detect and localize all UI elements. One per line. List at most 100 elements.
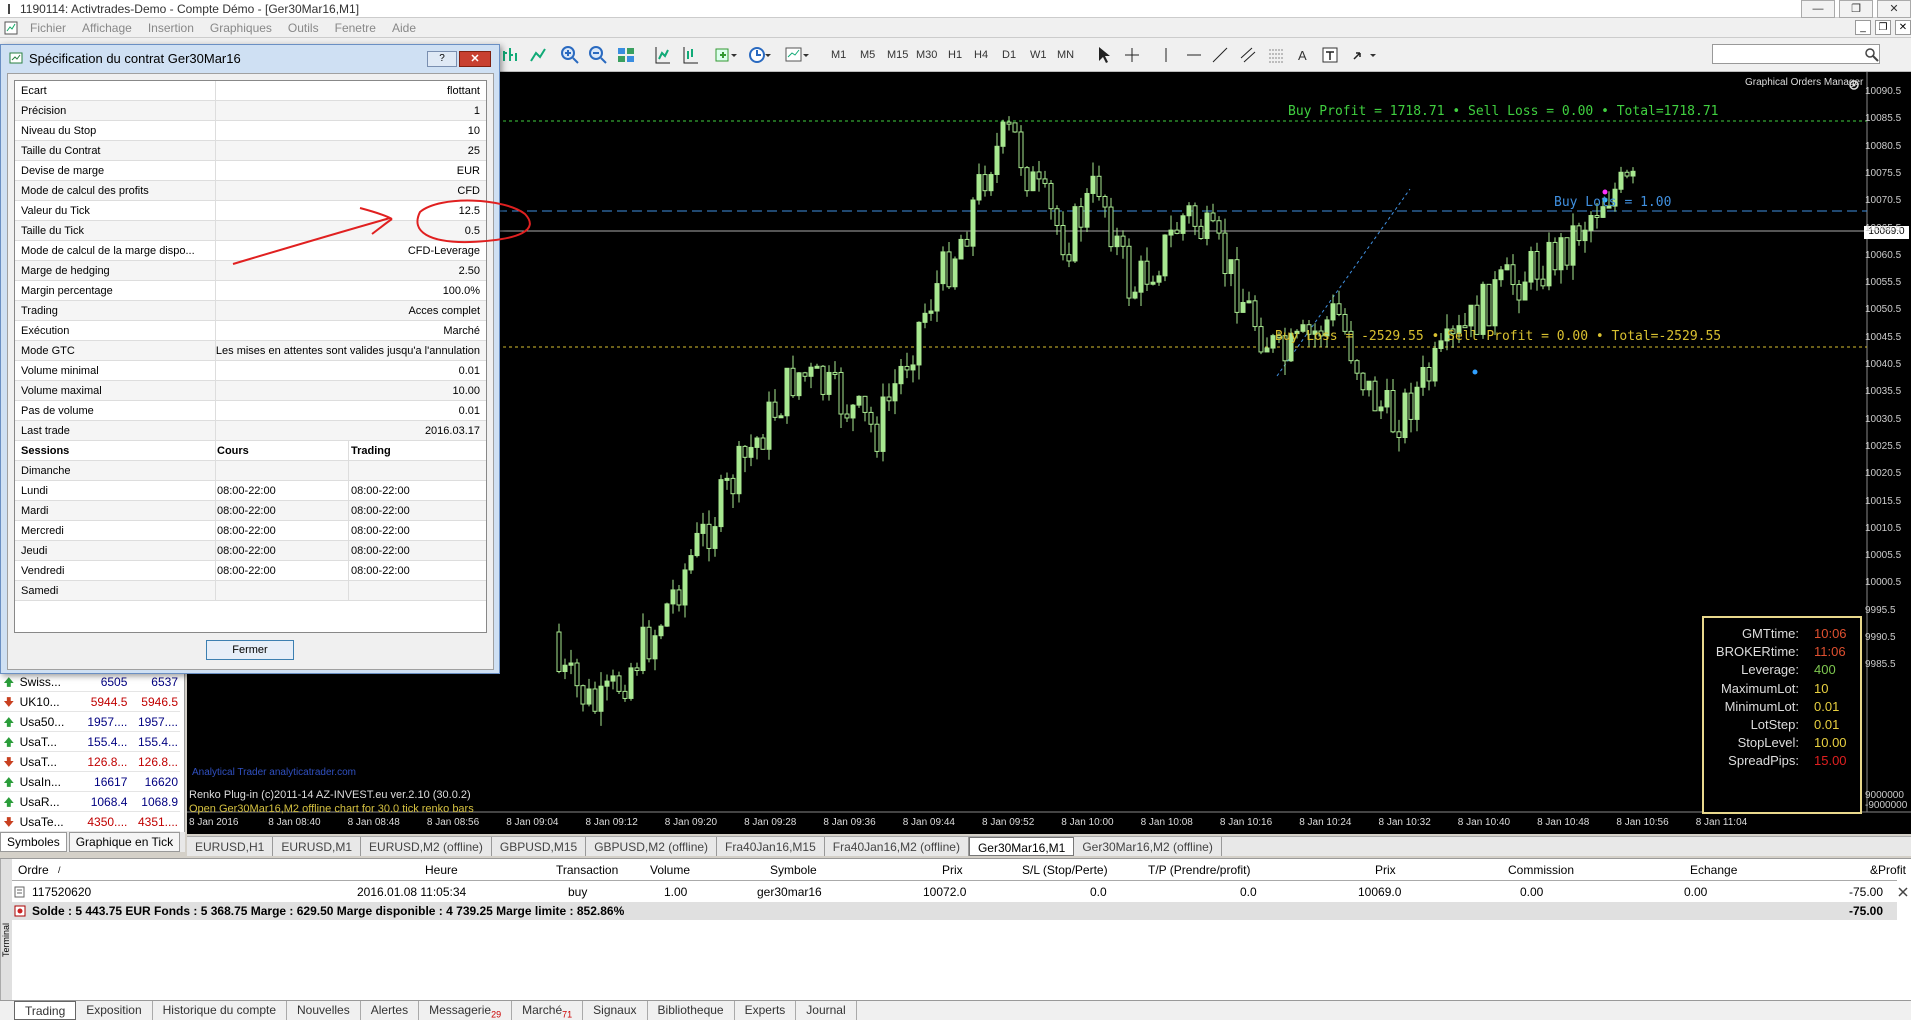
timeframe-h4[interactable]: H4 <box>974 49 988 61</box>
tile-windows-icon[interactable] <box>616 44 636 66</box>
symbol-row[interactable]: UsaTe... 4350.... 4351.... <box>0 812 180 832</box>
zoom-in-icon[interactable] <box>560 44 580 66</box>
search-icon[interactable] <box>1864 44 1880 66</box>
column-header[interactable]: Symbole <box>770 863 817 877</box>
terminal-tab[interactable]: Historique du compte <box>153 1001 288 1020</box>
minimize-button[interactable]: — <box>1801 0 1835 18</box>
menu-fenetre[interactable]: Fenetre <box>327 21 384 35</box>
close-order-icon[interactable] <box>1898 887 1908 897</box>
info-row: LotStep: 0.01 <box>1704 717 1859 735</box>
candle-body <box>970 199 976 247</box>
indicators-icon[interactable] <box>714 44 738 66</box>
column-header[interactable]: S/L (Stop/Perte) <box>1022 863 1108 877</box>
column-header[interactable]: &Profit <box>1870 863 1906 877</box>
chart-shift-icon[interactable] <box>652 44 672 66</box>
terminal-tab[interactable]: Messagerie29 <box>419 1001 513 1020</box>
chart-tab[interactable]: EURUSD,M1 <box>273 837 362 856</box>
menu-insertion[interactable]: Insertion <box>140 21 202 35</box>
terminal-tab[interactable]: Exposition <box>76 1001 153 1020</box>
spec-key: Valeur du Tick <box>21 205 90 217</box>
terminal-tab[interactable]: Journal <box>796 1001 857 1020</box>
timeframe-mn[interactable]: MN <box>1057 49 1074 61</box>
y-axis-tick: 10055.5 <box>1865 277 1902 289</box>
symbol-row[interactable]: Swiss... 6505 6537 <box>0 672 180 692</box>
chart-tab[interactable]: EURUSD,H1 <box>187 837 274 856</box>
zoom-out-icon[interactable] <box>588 44 608 66</box>
symbol-row[interactable]: UK10... 5944.5 5946.5 <box>0 692 180 712</box>
mdi-restore-button[interactable]: ❐ <box>1875 20 1891 35</box>
candle-body <box>1564 237 1570 266</box>
channel-icon[interactable] <box>1238 44 1258 66</box>
fermer-button[interactable]: Fermer <box>206 640 294 660</box>
column-header[interactable]: T/P (Prendre/profit) <box>1148 863 1250 877</box>
symbol-row[interactable]: Usa50... 1957.... 1957.... <box>0 712 180 732</box>
terminal-tab[interactable]: Marché71 <box>512 1001 584 1020</box>
menu-outils[interactable]: Outils <box>280 21 327 35</box>
chart-tab[interactable]: Ger30Mar16,M1 <box>968 837 1075 856</box>
terminal-tab[interactable]: Trading <box>14 1001 77 1020</box>
mdi-close-button[interactable]: ✕ <box>1895 20 1911 35</box>
menu-graphiques[interactable]: Graphiques <box>202 21 280 35</box>
dialog-close-button[interactable]: ✕ <box>459 51 491 67</box>
cursor-icon[interactable] <box>1094 44 1114 66</box>
chart-tab[interactable]: Fra40Jan16,M15 <box>717 837 825 856</box>
order-row[interactable]: 117520620 2016.01.08 11:05:34 buy 1.00 g… <box>12 883 1908 901</box>
column-header[interactable]: Transaction <box>556 863 618 877</box>
maximize-button[interactable]: ❐ <box>1839 0 1873 18</box>
chart-tab[interactable]: GBPUSD,M15 <box>492 837 587 856</box>
bar-chart-icon[interactable] <box>500 44 520 66</box>
symbol-row[interactable]: UsaIn... 16617 16620 <box>0 772 180 792</box>
dialog-help-button[interactable]: ? <box>427 51 457 67</box>
vertical-line-icon[interactable] <box>1156 44 1176 66</box>
terminal-tab[interactable]: Alertes <box>361 1001 420 1020</box>
symbol-row[interactable]: UsaT... 126.8... 126.8... <box>0 752 180 772</box>
text-label-icon[interactable] <box>1320 44 1340 66</box>
trendline-icon[interactable] <box>1210 44 1230 66</box>
arrows-tool-icon[interactable] <box>1350 44 1378 66</box>
terminal-tab[interactable]: Nouvelles <box>287 1001 361 1020</box>
candle-body <box>844 413 850 419</box>
tab-symboles[interactable]: Symboles <box>0 832 67 852</box>
column-divider <box>215 301 216 321</box>
symbol-row[interactable]: UsaT... 155.4... 155.4... <box>0 732 180 752</box>
fibonacci-icon[interactable] <box>1266 44 1286 66</box>
terminal-tab[interactable]: Experts <box>735 1001 797 1020</box>
templates-icon[interactable] <box>784 44 810 66</box>
menu-fichier[interactable]: Fichier <box>22 21 74 35</box>
terminal-tab[interactable]: Signaux <box>583 1001 648 1020</box>
column-header[interactable]: Volume <box>650 863 690 877</box>
auto-scroll-icon[interactable] <box>680 44 700 66</box>
timeframe-m5[interactable]: M5 <box>860 49 875 61</box>
column-header[interactable]: Commission <box>1508 863 1574 877</box>
column-header[interactable]: Heure <box>425 863 458 877</box>
timeframe-h1[interactable]: H1 <box>948 49 962 61</box>
chart-tab[interactable]: Fra40Jan16,M2 (offline) <box>825 837 969 856</box>
search-input[interactable] <box>1712 44 1880 64</box>
chart-tab[interactable]: Ger30Mar16,M2 (offline) <box>1074 837 1222 856</box>
terminal-tab[interactable]: Bibliotheque <box>648 1001 735 1020</box>
timeframe-m15[interactable]: M15 <box>887 49 908 61</box>
column-header[interactable]: Prix <box>942 863 963 877</box>
symbol-row[interactable]: UsaR... 1068.4 1068.9 <box>0 792 180 812</box>
column-header[interactable]: Ordre <box>18 863 49 877</box>
line-chart-icon[interactable] <box>528 44 548 66</box>
column-header[interactable]: Prix <box>1375 863 1396 877</box>
tab-tick-chart[interactable]: Graphique en Tick <box>68 832 181 852</box>
tab-label: Trading <box>25 1004 66 1018</box>
text-tool-icon[interactable]: A <box>1298 48 1307 63</box>
menu-aide[interactable]: Aide <box>384 21 424 35</box>
periods-clock-icon[interactable] <box>748 44 772 66</box>
chart-tab[interactable]: EURUSD,M2 (offline) <box>361 837 492 856</box>
timeframe-m30[interactable]: M30 <box>916 49 937 61</box>
crosshair-icon[interactable] <box>1122 44 1142 66</box>
tab-badge: 71 <box>562 1009 573 1020</box>
mdi-minimize-button[interactable]: _ <box>1855 20 1871 35</box>
chart-tab[interactable]: GBPUSD,M2 (offline) <box>586 837 718 856</box>
horizontal-line-icon[interactable] <box>1184 44 1204 66</box>
column-header[interactable]: Echange <box>1690 863 1737 877</box>
menu-affichage[interactable]: Affichage <box>74 21 140 35</box>
close-window-button[interactable]: ✕ <box>1877 0 1911 18</box>
timeframe-m1[interactable]: M1 <box>831 49 846 61</box>
timeframe-w1[interactable]: W1 <box>1030 49 1047 61</box>
timeframe-d1[interactable]: D1 <box>1002 49 1016 61</box>
